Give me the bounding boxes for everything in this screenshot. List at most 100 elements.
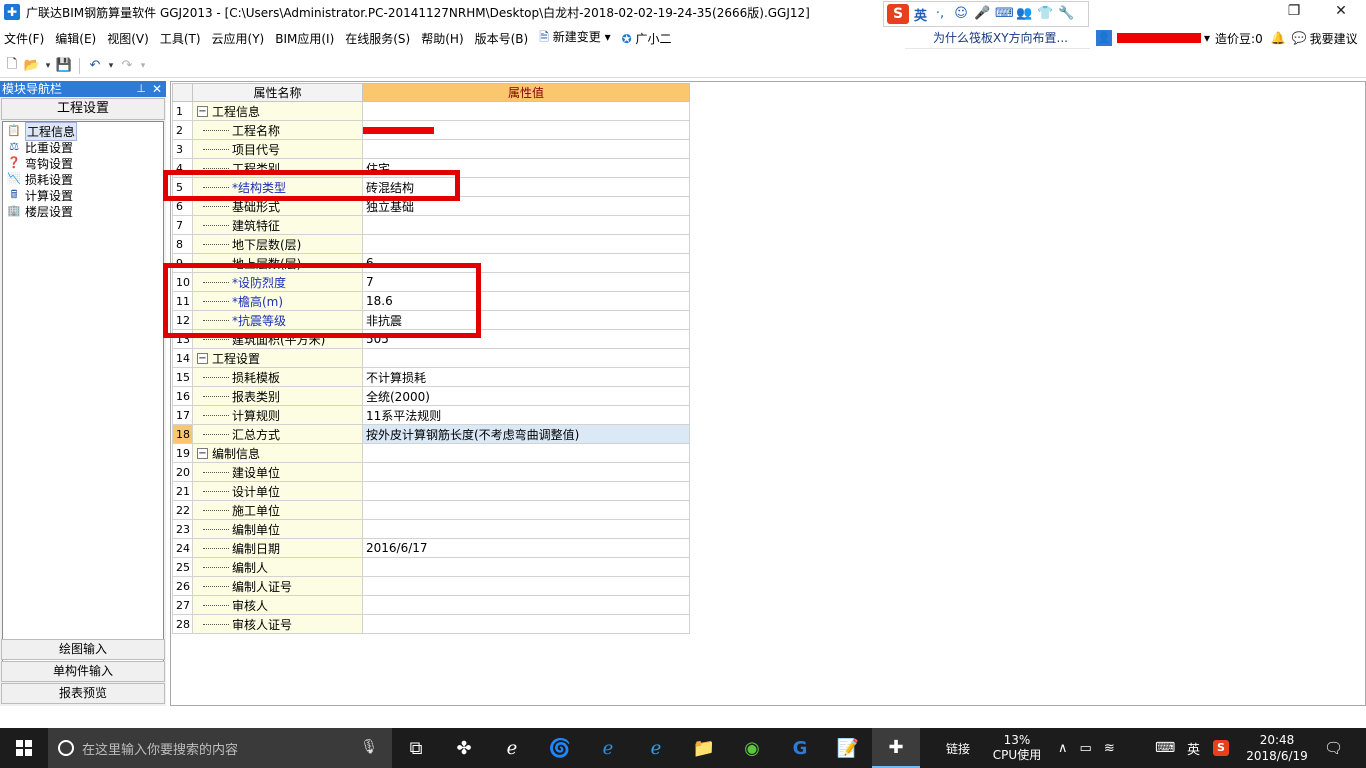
table-row[interactable]: 16 报表类别 全统(2000) — [172, 386, 690, 406]
sogou-tray-icon[interactable]: S — [1213, 728, 1229, 768]
property-value-cell[interactable] — [362, 557, 690, 577]
user-icon[interactable]: 👥 — [1016, 6, 1032, 22]
notification-icon[interactable]: 🗨 — [1324, 728, 1343, 768]
dropdown-arrow-icon[interactable]: ▾ — [139, 58, 147, 74]
property-value-cell[interactable]: 11系平法规则 — [362, 405, 690, 425]
property-value-cell[interactable] — [362, 500, 690, 520]
nav-item-weight-settings[interactable]: ⚖ 比重设置 — [3, 139, 163, 155]
spiral-app-icon[interactable]: 🌀 — [536, 728, 584, 768]
menu-new-change[interactable]: 🗎 新建变更 ▾ — [535, 28, 614, 49]
nav-item-floor-settings[interactable]: 🏢 楼层设置 — [3, 203, 163, 219]
battery-icon[interactable]: ▭ — [1080, 741, 1092, 756]
ggj-app-icon[interactable]: ✚ — [872, 728, 920, 768]
table-row[interactable]: 15 损耗模板 不计算损耗 — [172, 367, 690, 387]
start-button[interactable] — [0, 728, 48, 768]
glodon-g-icon[interactable]: G — [776, 728, 824, 768]
table-row[interactable]: 2 工程名称 — [172, 120, 690, 140]
table-row[interactable]: 17 计算规则 11系平法规则 — [172, 405, 690, 425]
chevron-up-icon[interactable]: ∧ — [1058, 741, 1068, 756]
link-label[interactable]: 链接 — [946, 728, 970, 768]
menu-help[interactable]: 帮助(H) — [417, 30, 467, 47]
internet-explorer-icon[interactable]: ℯ — [632, 728, 680, 768]
open-folder-icon[interactable]: 📂 — [24, 58, 40, 74]
property-value-cell[interactable]: 全统(2000) — [362, 386, 690, 406]
nav-item-project-info[interactable]: 📋 工程信息 — [3, 121, 163, 141]
property-value-cell[interactable] — [362, 215, 690, 235]
table-row[interactable]: 18 汇总方式 按外皮计算钢筋长度(不考虑弯曲调整值) — [172, 424, 690, 444]
table-row[interactable]: 26 编制人证号 — [172, 576, 690, 596]
bell-icon[interactable]: 🔔 — [1271, 31, 1286, 45]
property-value-cell[interactable]: 按外皮计算钢筋长度(不考虑弯曲调整值) — [362, 424, 690, 444]
nav-group-project-settings[interactable]: 工程设置 — [1, 98, 165, 120]
pin-icon[interactable]: ⊥ — [136, 81, 146, 97]
nav-single-component-input[interactable]: 单构件输入 — [1, 661, 165, 682]
close-icon[interactable]: ✕ — [152, 81, 162, 97]
cpu-meter[interactable]: 13% CPU使用 — [992, 728, 1042, 768]
menu-version[interactable]: 版本号(B) — [471, 30, 533, 47]
nav-item-hook-settings[interactable]: ❓ 弯钩设置 — [3, 155, 163, 171]
save-icon[interactable]: 💾 — [56, 58, 72, 74]
edge-browser-icon[interactable]: ℯ — [584, 728, 632, 768]
suggest-link[interactable]: 我要建议 — [1310, 30, 1358, 47]
property-value-cell[interactable] — [362, 120, 690, 140]
menu-view[interactable]: 视图(V) — [103, 30, 153, 47]
menu-cloud[interactable]: 云应用(Y) — [208, 30, 269, 47]
table-row[interactable]: 28 审核人证号 — [172, 614, 690, 634]
table-row[interactable]: 20 建设单位 — [172, 462, 690, 482]
new-file-icon[interactable]: 🗋 — [4, 57, 20, 74]
nav-item-calc-settings[interactable]: 🖩 计算设置 — [3, 187, 163, 203]
green-app-icon[interactable]: ◉ — [728, 728, 776, 768]
clock[interactable]: 20:48 2018/6/19 — [1244, 728, 1310, 768]
file-explorer-icon[interactable]: 📁 — [680, 728, 728, 768]
hint-link[interactable]: 为什么筏板XY方向布置... — [905, 27, 1090, 49]
table-row[interactable]: 21 设计单位 — [172, 481, 690, 501]
table-row[interactable]: 7 建筑特征 — [172, 215, 690, 235]
menu-bim[interactable]: BIM应用(I) — [271, 30, 338, 47]
table-row[interactable]: 1− 工程信息 — [172, 101, 690, 121]
nav-item-loss-settings[interactable]: 📉 损耗设置 — [3, 171, 163, 187]
menu-tools[interactable]: 工具(T) — [156, 30, 205, 47]
restore-button[interactable]: ❐ — [1271, 0, 1317, 24]
close-button[interactable]: ✕ — [1318, 0, 1364, 24]
user-icon[interactable]: 👤 — [1096, 30, 1112, 46]
dropdown-arrow-icon[interactable]: ▾ — [107, 58, 115, 74]
fan-app-icon[interactable]: ✤ — [440, 728, 488, 768]
table-row[interactable]: 25 编制人 — [172, 557, 690, 577]
property-value-cell[interactable] — [362, 234, 690, 254]
table-row[interactable]: 24 编制日期 2016/6/17 — [172, 538, 690, 558]
redo-icon[interactable]: ↷ — [119, 58, 135, 74]
punctuation-icon[interactable]: ·, — [932, 6, 948, 22]
table-row[interactable]: 19− 编制信息 — [172, 443, 690, 463]
menu-edit[interactable]: 编辑(E) — [51, 30, 100, 47]
menu-assistant[interactable]: ✪ 广小二 — [618, 30, 676, 47]
table-row[interactable]: 14− 工程设置 — [172, 348, 690, 368]
notes-app-icon[interactable]: 📝 — [824, 728, 872, 768]
property-value-cell[interactable] — [362, 139, 690, 159]
table-row[interactable]: 8 地下层数(层) — [172, 234, 690, 254]
property-value-cell[interactable] — [362, 481, 690, 501]
undo-icon[interactable]: ↶ — [87, 58, 103, 74]
nav-drawing-input[interactable]: 绘图输入 — [1, 639, 165, 660]
keyboard-icon[interactable]: ⌨ — [1155, 728, 1175, 768]
task-view-icon[interactable]: ⧉ — [392, 728, 440, 768]
property-value-cell[interactable] — [362, 595, 690, 615]
collapse-icon[interactable]: − — [197, 105, 208, 117]
wifi-icon[interactable]: ≋ — [1104, 741, 1115, 756]
wrench-icon[interactable]: 🔧 — [1058, 6, 1074, 22]
table-row[interactable]: 23 编制单位 — [172, 519, 690, 539]
table-row[interactable]: 27 审核人 — [172, 595, 690, 615]
ie-browser-icon[interactable]: ℯ — [488, 728, 536, 768]
property-value-cell[interactable] — [362, 462, 690, 482]
property-value-cell[interactable] — [362, 614, 690, 634]
sogou-logo-icon[interactable]: S — [887, 4, 909, 24]
ime-language[interactable]: 英 — [914, 5, 927, 24]
dropdown-arrow-icon[interactable]: ▾ — [44, 58, 52, 74]
nav-report-preview[interactable]: 报表预览 — [1, 683, 165, 704]
property-value-cell[interactable] — [362, 519, 690, 539]
voice-icon[interactable]: 🎤 — [974, 6, 990, 22]
keyboard-icon[interactable]: ⌨ — [995, 6, 1014, 22]
property-value-cell[interactable] — [362, 576, 690, 596]
table-row[interactable]: 22 施工单位 — [172, 500, 690, 520]
ime-toolbar[interactable]: S 英 ·, ☺ 🎤 ⌨ 👥 👕 🔧 — [883, 1, 1089, 27]
emoji-icon[interactable]: ☺ — [953, 6, 969, 22]
